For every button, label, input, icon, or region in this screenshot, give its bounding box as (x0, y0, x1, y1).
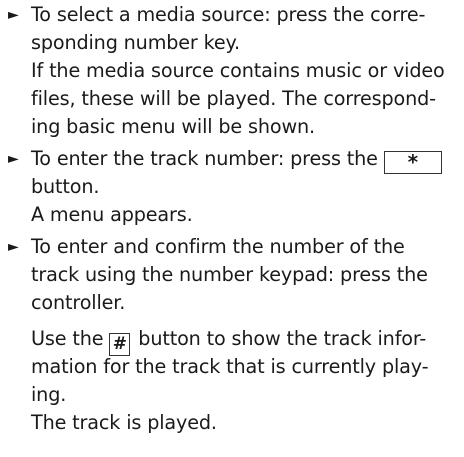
note-3-line-2: mation for the track that is currently p… (31, 355, 429, 378)
step-2-text: To enter the track number: press the (31, 147, 384, 170)
hash-key-icon: # (109, 333, 131, 356)
step-3-line-3: controller. (31, 291, 126, 314)
note-3-text-after: button to show the track infor- (132, 327, 427, 350)
step-3-line-2: track using the number keypad: press the (31, 263, 428, 286)
step-3-line-1: To enter and confirm the number of the (31, 235, 405, 258)
step-1-line-2: sponding number key. (31, 31, 240, 54)
bullet-arrow-icon: ► (8, 151, 19, 167)
bullet-arrow-icon: ► (8, 239, 19, 255)
star-key-icon: * (383, 151, 442, 174)
step-2-line-2: button. (31, 175, 100, 198)
result-1-line-2: files, these will be played. The corresp… (31, 87, 436, 110)
note-3-line-3: ing. (31, 383, 67, 406)
result-3-line-1: The track is played. (31, 411, 217, 434)
step-1-line-1: To select a media source: press the corr… (31, 3, 426, 26)
manual-page: ► To select a media source: press the co… (0, 0, 464, 457)
result-1-line-3: ing basic menu will be shown. (31, 115, 315, 138)
result-2-line-1: A menu appears. (31, 203, 193, 226)
bullet-arrow-icon: ► (8, 7, 19, 23)
note-3-text-before: Use the (31, 327, 110, 350)
note-3-line-1: Use the # button to show the track infor… (31, 326, 426, 356)
step-2-line-1: To enter the track number: press the * (31, 146, 442, 174)
result-1-line-1: If the media source contains music or vi… (31, 59, 445, 82)
